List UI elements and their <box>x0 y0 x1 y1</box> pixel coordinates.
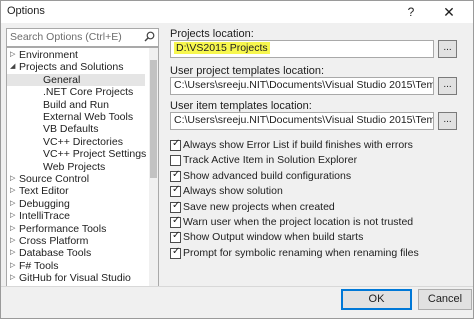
tree-item-label: Text Editor <box>19 185 69 198</box>
expand-arrow-icon[interactable]: ▷ <box>10 49 16 61</box>
expand-arrow-icon[interactable]: ▷ <box>10 247 16 259</box>
window-title: Options <box>7 5 45 17</box>
checkbox-label: Always show solution <box>183 185 283 198</box>
tree-item-label: Environment <box>19 49 78 61</box>
project-templates-field[interactable]: C:\Users\sreeju.NIT\Documents\Visual Stu… <box>170 77 434 95</box>
checkbox-label: Show advanced build configurations <box>183 169 352 182</box>
tree-item-label: F# Tools <box>19 259 59 272</box>
tree-scrollbar-thumb[interactable] <box>150 60 157 178</box>
item-templates-label: User item templates location: <box>170 100 312 112</box>
title-bar[interactable]: Options ? ✕ <box>1 1 473 23</box>
checkbox-label: Show Output window when build starts <box>183 231 364 244</box>
button-separator <box>1 286 473 287</box>
cancel-button[interactable]: Cancel <box>418 289 472 310</box>
project-templates-browse-button[interactable]: ... <box>438 77 457 95</box>
collapse-arrow-icon[interactable]: ◢ <box>10 61 16 73</box>
tree-item-label: Performance Tools <box>19 222 107 235</box>
search-icon[interactable] <box>144 31 155 45</box>
search-placeholder: Search Options (Ctrl+E) <box>10 31 122 43</box>
expand-arrow-icon[interactable]: ▷ <box>10 185 16 197</box>
project-templates-value: C:\Users\sreeju.NIT\Documents\Visual Stu… <box>174 79 433 91</box>
tree-item-label: GitHub for Visual Studio <box>19 272 131 285</box>
ok-button[interactable]: OK <box>341 289 412 310</box>
tree-item-label: IntelliTrace <box>19 210 70 223</box>
checkbox[interactable]: ✓ <box>170 184 181 198</box>
tree-item-label: Web Projects <box>43 160 106 173</box>
tree-item-label: VC++ Project Settings <box>43 148 147 161</box>
checkbox-label: Warn user when the project location is n… <box>183 216 414 228</box>
checkmark-icon: ✓ <box>172 168 181 180</box>
checkbox-label: Always show Error List if build finishes… <box>183 139 413 151</box>
options-dialog: Options ? ✕ Search Options (Ctrl+E) ▷ Git… <box>0 0 474 319</box>
tree-item-label: VC++ Directories <box>43 135 123 148</box>
checkmark-icon: ✓ <box>172 215 181 226</box>
checkmark-icon: ✓ <box>172 230 181 242</box>
expand-arrow-icon[interactable]: ▷ <box>10 198 16 210</box>
help-button[interactable]: ? <box>399 3 423 21</box>
item-templates-value: C:\Users\sreeju.NIT\Documents\Visual Stu… <box>174 114 433 126</box>
tree-item-label: .NET Core Projects <box>43 86 134 99</box>
tree-item-label: Cross Platform <box>19 235 89 247</box>
checkmark-icon: ✓ <box>172 184 181 196</box>
tree-item-label: VB Defaults <box>43 123 99 136</box>
tree-item-label: Source Control <box>19 173 90 185</box>
checkbox-label: Prompt for symbolic renaming when renami… <box>183 246 419 259</box>
tree-item-label: Projects and Solutions <box>19 61 124 74</box>
checkmark-icon: ✓ <box>172 199 181 211</box>
checkbox-label: Track Active Item in Solution Explorer <box>183 154 358 167</box>
checkbox-label: Save new projects when created <box>183 200 335 213</box>
tree-item-label: Database Tools <box>19 247 92 260</box>
checkbox[interactable]: ✓ <box>170 215 181 228</box>
expand-arrow-icon[interactable]: ▷ <box>10 235 16 247</box>
projects-location-label: Projects location: <box>170 28 254 40</box>
project-templates-label: User project templates location: <box>170 65 325 77</box>
checkbox[interactable]: ✓ <box>170 199 181 213</box>
checkbox[interactable]: ✓ <box>170 138 181 151</box>
checkbox[interactable]: ✓ <box>170 230 181 244</box>
checkbox[interactable]: ✓ <box>170 245 181 259</box>
options-tree[interactable]: ▷ GitHub for Visual Studio ▷ F# Tools ▷ Datab… <box>6 47 159 287</box>
tree-item[interactable]: General <box>7 73 145 86</box>
checkmark-icon: ✓ <box>172 138 181 149</box>
projects-location-value: D:\VS2015 Projects <box>174 42 270 54</box>
expand-arrow-icon[interactable]: ▷ <box>10 173 16 185</box>
close-button[interactable]: ✕ <box>429 3 469 21</box>
search-options-input[interactable]: Search Options (Ctrl+E) <box>6 28 159 47</box>
projects-location-browse-button[interactable]: ... <box>438 40 457 58</box>
expand-arrow-icon[interactable]: ▷ <box>10 210 16 222</box>
tree-item-label: External Web Tools <box>43 111 134 123</box>
item-templates-browse-button[interactable]: ... <box>438 112 457 130</box>
expand-arrow-icon[interactable]: ▷ <box>10 223 16 235</box>
tree-scrollbar[interactable] <box>149 48 158 286</box>
tree-item-label: Debugging <box>19 197 70 210</box>
checkmark-icon: ✓ <box>172 245 181 257</box>
expand-arrow-icon[interactable]: ▷ <box>10 272 16 284</box>
tree-item-label: General <box>43 73 81 86</box>
checkbox[interactable]: ✓ <box>170 168 181 182</box>
expand-arrow-icon[interactable]: ▷ <box>10 260 16 272</box>
tree-item-label: Build and Run <box>43 98 109 111</box>
projects-location-field[interactable]: D:\VS2015 Projects <box>170 40 434 58</box>
item-templates-field[interactable]: C:\Users\sreeju.NIT\Documents\Visual Stu… <box>170 112 434 130</box>
checkbox[interactable] <box>170 155 181 167</box>
